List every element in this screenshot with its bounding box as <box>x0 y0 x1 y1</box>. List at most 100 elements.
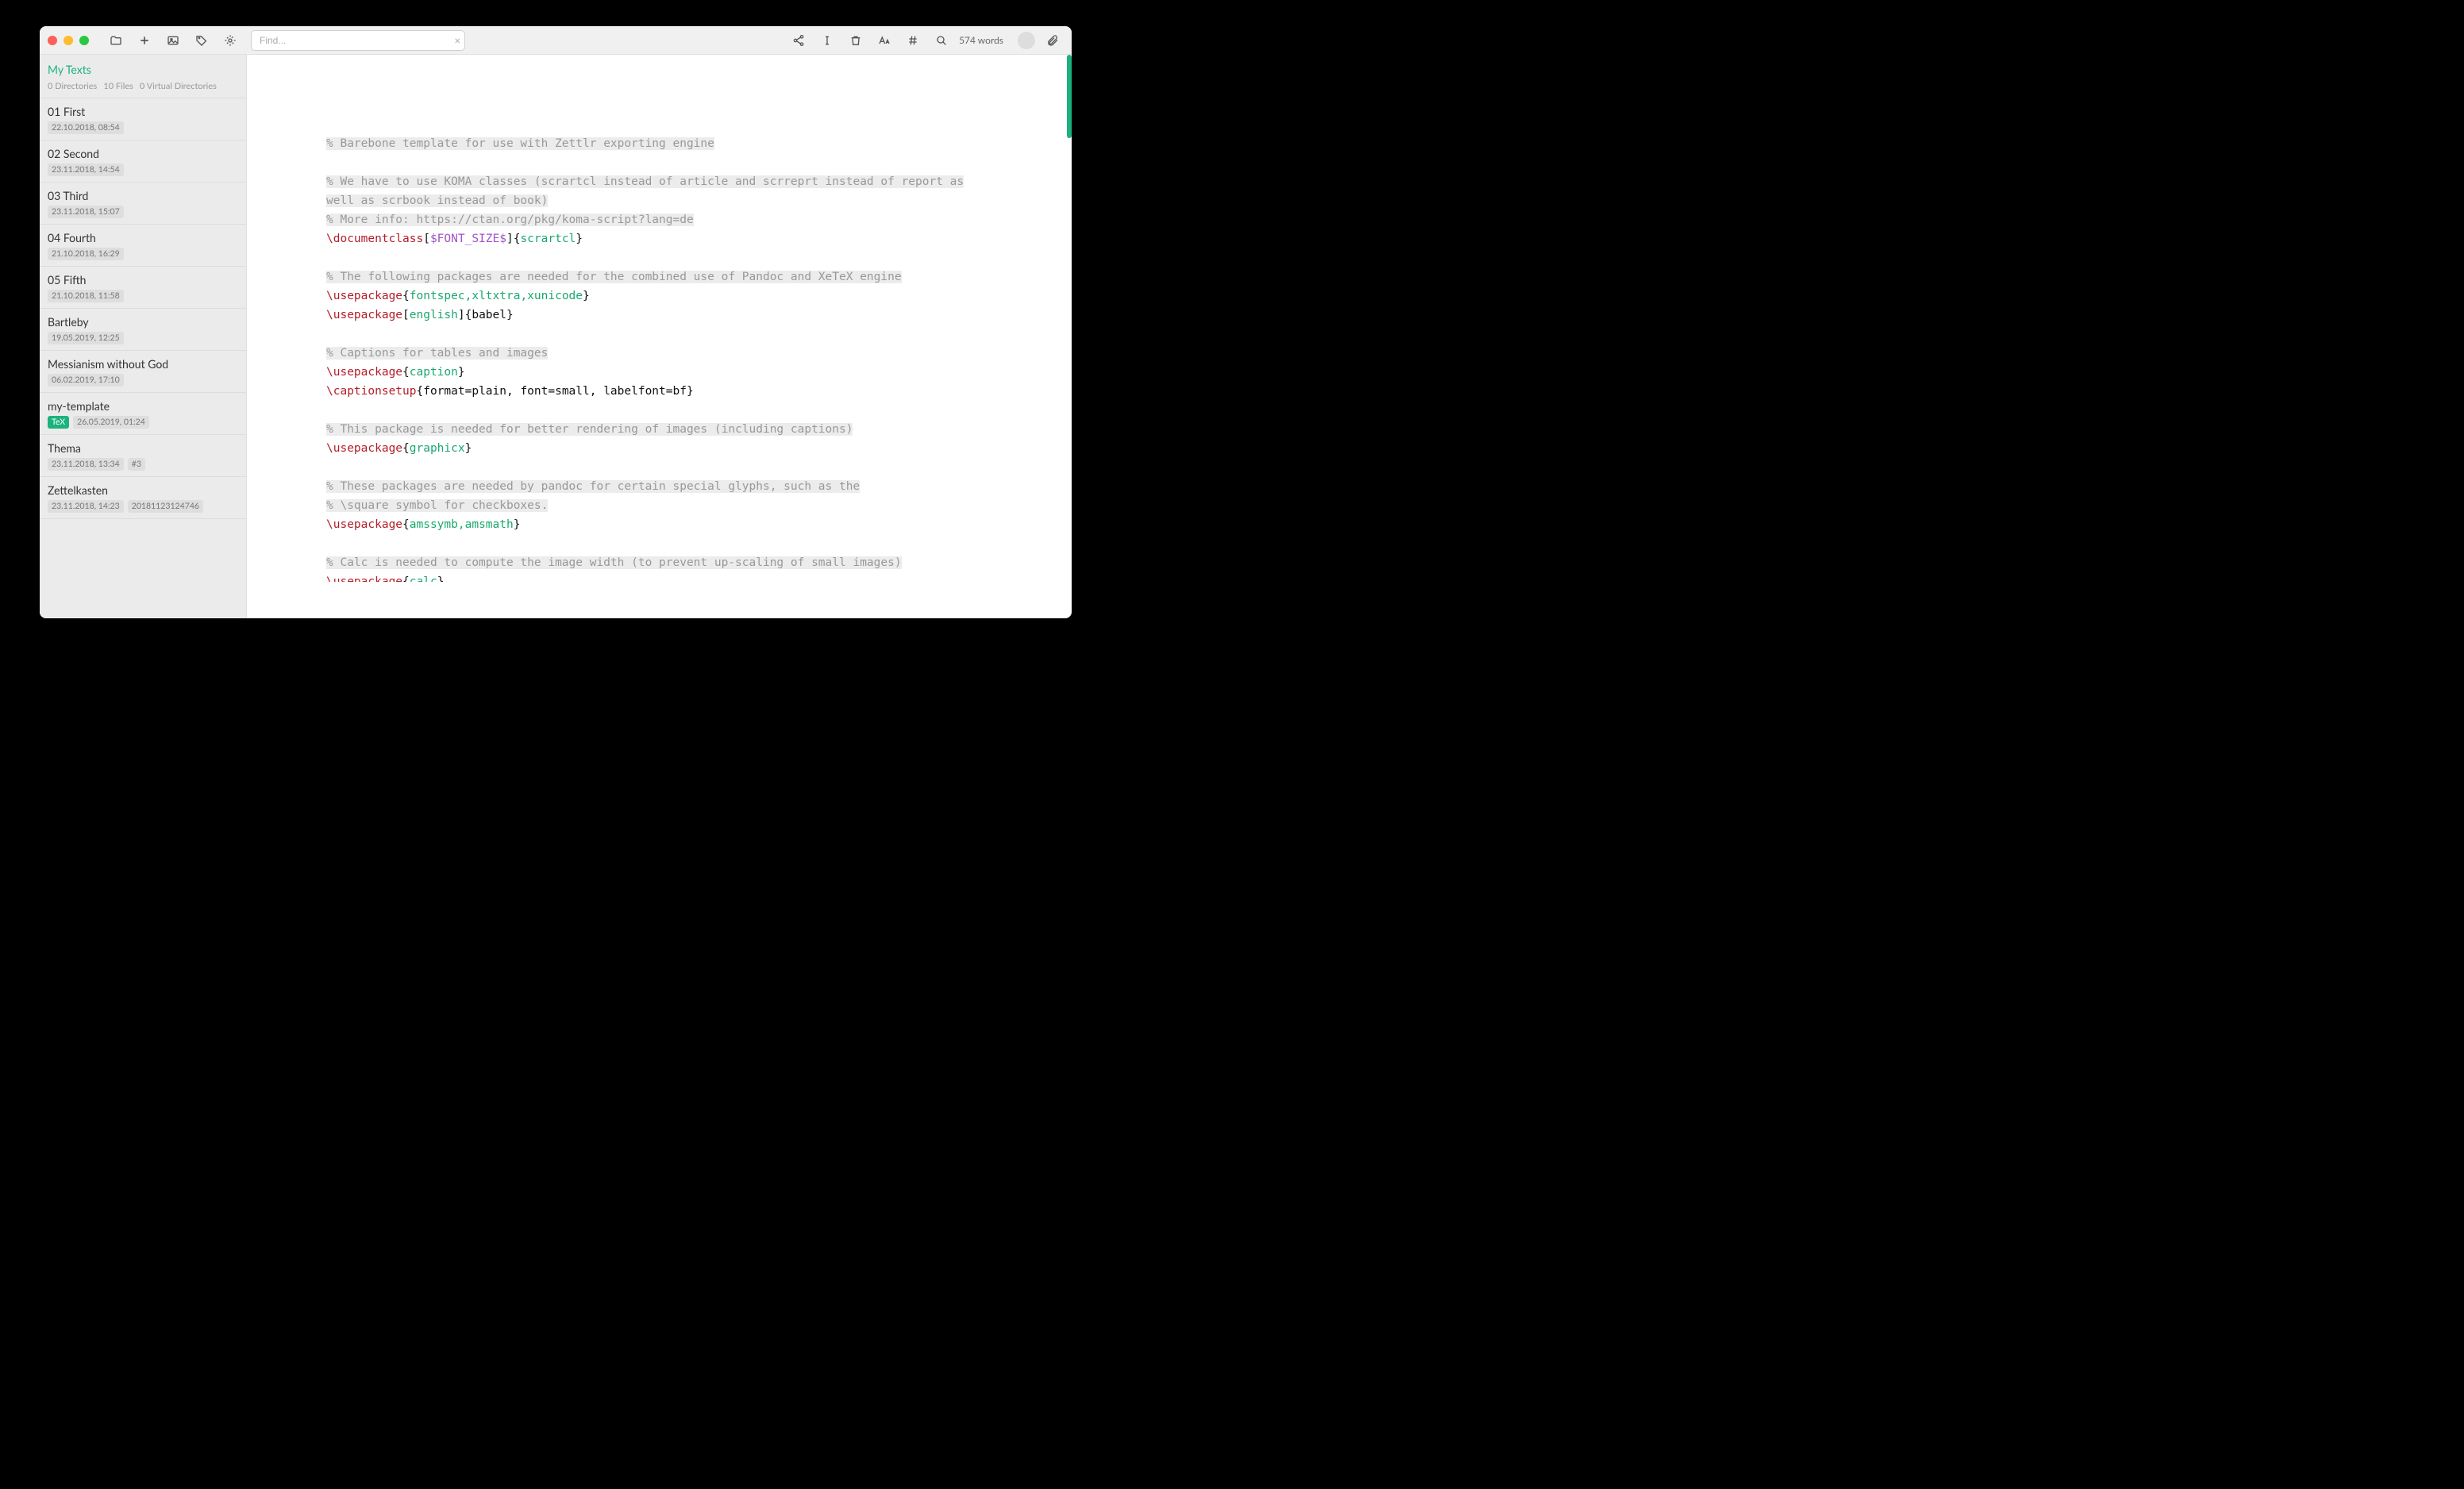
file-meta: 23.11.2018, 13:34 #3 <box>48 458 238 471</box>
file-title: Messianism without God <box>48 357 238 371</box>
avatar[interactable] <box>1018 32 1035 49</box>
settings-button[interactable] <box>219 29 241 52</box>
word-count: 574 words <box>959 34 1003 46</box>
code-line: \usepackage{caption} <box>326 363 992 382</box>
file-meta: 23.11.2018, 15:07 <box>48 206 238 218</box>
file-type-badge: TeX <box>48 416 69 429</box>
code-line: % Calc is needed to compute the image wi… <box>326 553 992 572</box>
file-date: 23.11.2018, 15:07 <box>48 206 124 218</box>
file-title: Zettelkasten <box>48 483 238 497</box>
file-meta: TeX 26.05.2019, 01:24 <box>48 416 238 429</box>
workspace-title: My Texts <box>48 63 238 76</box>
file-item[interactable]: 04 Fourth 21.10.2018, 16:29 <box>40 224 246 266</box>
code-line: % \square symbol for checkboxes. <box>326 496 992 515</box>
file-date: 26.05.2019, 01:24 <box>73 416 149 429</box>
open-folder-button[interactable] <box>105 29 127 52</box>
font-button[interactable] <box>873 29 895 52</box>
file-item[interactable]: 05 Fifth 21.10.2018, 11:58 <box>40 266 246 308</box>
code-line: \usepackage{graphicx} <box>326 439 992 458</box>
code-line: \documentclass[$FONT_SIZE$]{scrartcl} <box>326 229 992 248</box>
code-line <box>326 153 992 172</box>
file-title: Bartleby <box>48 315 238 329</box>
file-meta: 23.11.2018, 14:54 <box>48 164 238 176</box>
toolbar: × 574 words <box>40 26 1072 55</box>
share-button[interactable] <box>787 29 810 52</box>
file-item[interactable]: 01 First 22.10.2018, 08:54 <box>40 98 246 140</box>
stat-directories: 0 Directories <box>48 81 97 91</box>
code-line: \usepackage{amssymb,amsmath} <box>326 515 992 534</box>
file-title: 01 First <box>48 105 238 118</box>
code-line: % Barebone template for use with Zettlr … <box>326 134 992 153</box>
file-title: my-template <box>48 399 238 413</box>
editor[interactable]: % Barebone template for use with Zettlr … <box>247 55 1072 618</box>
code-line <box>326 534 992 553</box>
file-item[interactable]: Bartleby 19.05.2019, 12:25 <box>40 308 246 350</box>
file-item[interactable]: Messianism without God 06.02.2019, 17:10 <box>40 350 246 392</box>
code-line: \usepackage[english]{babel} <box>326 306 992 325</box>
close-window-button[interactable] <box>48 36 57 45</box>
new-file-button[interactable] <box>133 29 156 52</box>
file-meta: 19.05.2019, 12:25 <box>48 332 238 344</box>
file-title: 03 Third <box>48 189 238 202</box>
file-item[interactable]: 03 Third 23.11.2018, 15:07 <box>40 182 246 224</box>
code-line: % Captions for tables and images <box>326 344 992 363</box>
window-controls <box>48 36 89 45</box>
file-title: 05 Fifth <box>48 273 238 287</box>
file-meta: 21.10.2018, 11:58 <box>48 290 238 302</box>
code-line <box>326 401 992 420</box>
sidebar-header: My Texts 0 Directories 10 Files 0 Virtua… <box>40 55 246 98</box>
code-line: \captionsetup{format=plain, font=small, … <box>326 382 992 401</box>
file-title: 02 Second <box>48 147 238 160</box>
stat-virtual: 0 Virtual Directories <box>140 81 217 91</box>
code-line: % We have to use KOMA classes (scrartcl … <box>326 172 992 210</box>
file-id-badge: 20181123124746 <box>128 500 203 513</box>
file-item[interactable]: 02 Second 23.11.2018, 14:54 <box>40 140 246 182</box>
file-date: 22.10.2018, 08:54 <box>48 121 124 134</box>
file-date: 06.02.2019, 17:10 <box>48 374 124 387</box>
attachment-button[interactable] <box>1041 29 1064 52</box>
code-line <box>326 248 992 267</box>
file-list: 01 First 22.10.2018, 08:54 02 Second 23.11.… <box>40 98 246 519</box>
sidebar: My Texts 0 Directories 10 Files 0 Virtua… <box>40 55 247 618</box>
hash-button[interactable] <box>902 29 924 52</box>
code-line: % This package is needed for better rend… <box>326 420 992 439</box>
file-meta: 06.02.2019, 17:10 <box>48 374 238 387</box>
minimize-window-button[interactable] <box>64 36 73 45</box>
code-line: % More info: https://ctan.org/pkg/koma-s… <box>326 210 992 229</box>
magnify-button[interactable] <box>930 29 953 52</box>
file-date: 23.11.2018, 13:34 <box>48 458 124 471</box>
file-item[interactable]: Zettelkasten 23.11.2018, 14:23 20181123124… <box>40 476 246 519</box>
code-line: % These packages are needed by pandoc fo… <box>326 477 992 496</box>
code-line <box>326 325 992 344</box>
trash-button[interactable] <box>845 29 867 52</box>
image-button[interactable] <box>162 29 184 52</box>
file-title: 04 Fourth <box>48 231 238 244</box>
file-date: 21.10.2018, 16:29 <box>48 248 124 260</box>
workspace-stats: 0 Directories 10 Files 0 Virtual Directo… <box>48 81 238 91</box>
file-meta: 21.10.2018, 16:29 <box>48 248 238 260</box>
file-item[interactable]: Thema 23.11.2018, 13:34 #3 <box>40 434 246 476</box>
code-line: % The following packages are needed for … <box>326 267 992 287</box>
code-line: \usepackage{calc} <box>326 572 992 582</box>
file-date: 23.11.2018, 14:23 <box>48 500 124 513</box>
file-item[interactable]: my-template TeX 26.05.2019, 01:24 <box>40 392 246 434</box>
file-meta: 22.10.2018, 08:54 <box>48 121 238 134</box>
maximize-window-button[interactable] <box>79 36 89 45</box>
file-meta: 23.11.2018, 14:23 20181123124746 <box>48 500 238 513</box>
search-wrap: × <box>251 30 465 51</box>
file-date: 23.11.2018, 14:54 <box>48 164 124 176</box>
file-title: Thema <box>48 441 238 455</box>
file-date: 19.05.2019, 12:25 <box>48 332 124 344</box>
app-window: × 574 words My Texts <box>40 26 1072 618</box>
file-id-badge: #3 <box>128 458 145 471</box>
search-input[interactable] <box>251 30 465 51</box>
clear-search-icon[interactable]: × <box>454 34 460 47</box>
text-cursor-button[interactable] <box>816 29 838 52</box>
code-line <box>326 458 992 477</box>
code-line: \usepackage{fontspec,xltxtra,xunicode} <box>326 287 992 306</box>
editor-wrap: % Barebone template for use with Zettlr … <box>247 55 1072 618</box>
stat-files: 10 Files <box>103 81 133 91</box>
file-date: 21.10.2018, 11:58 <box>48 290 124 302</box>
app-body: My Texts 0 Directories 10 Files 0 Virtua… <box>40 55 1072 618</box>
tag-button[interactable] <box>191 29 213 52</box>
